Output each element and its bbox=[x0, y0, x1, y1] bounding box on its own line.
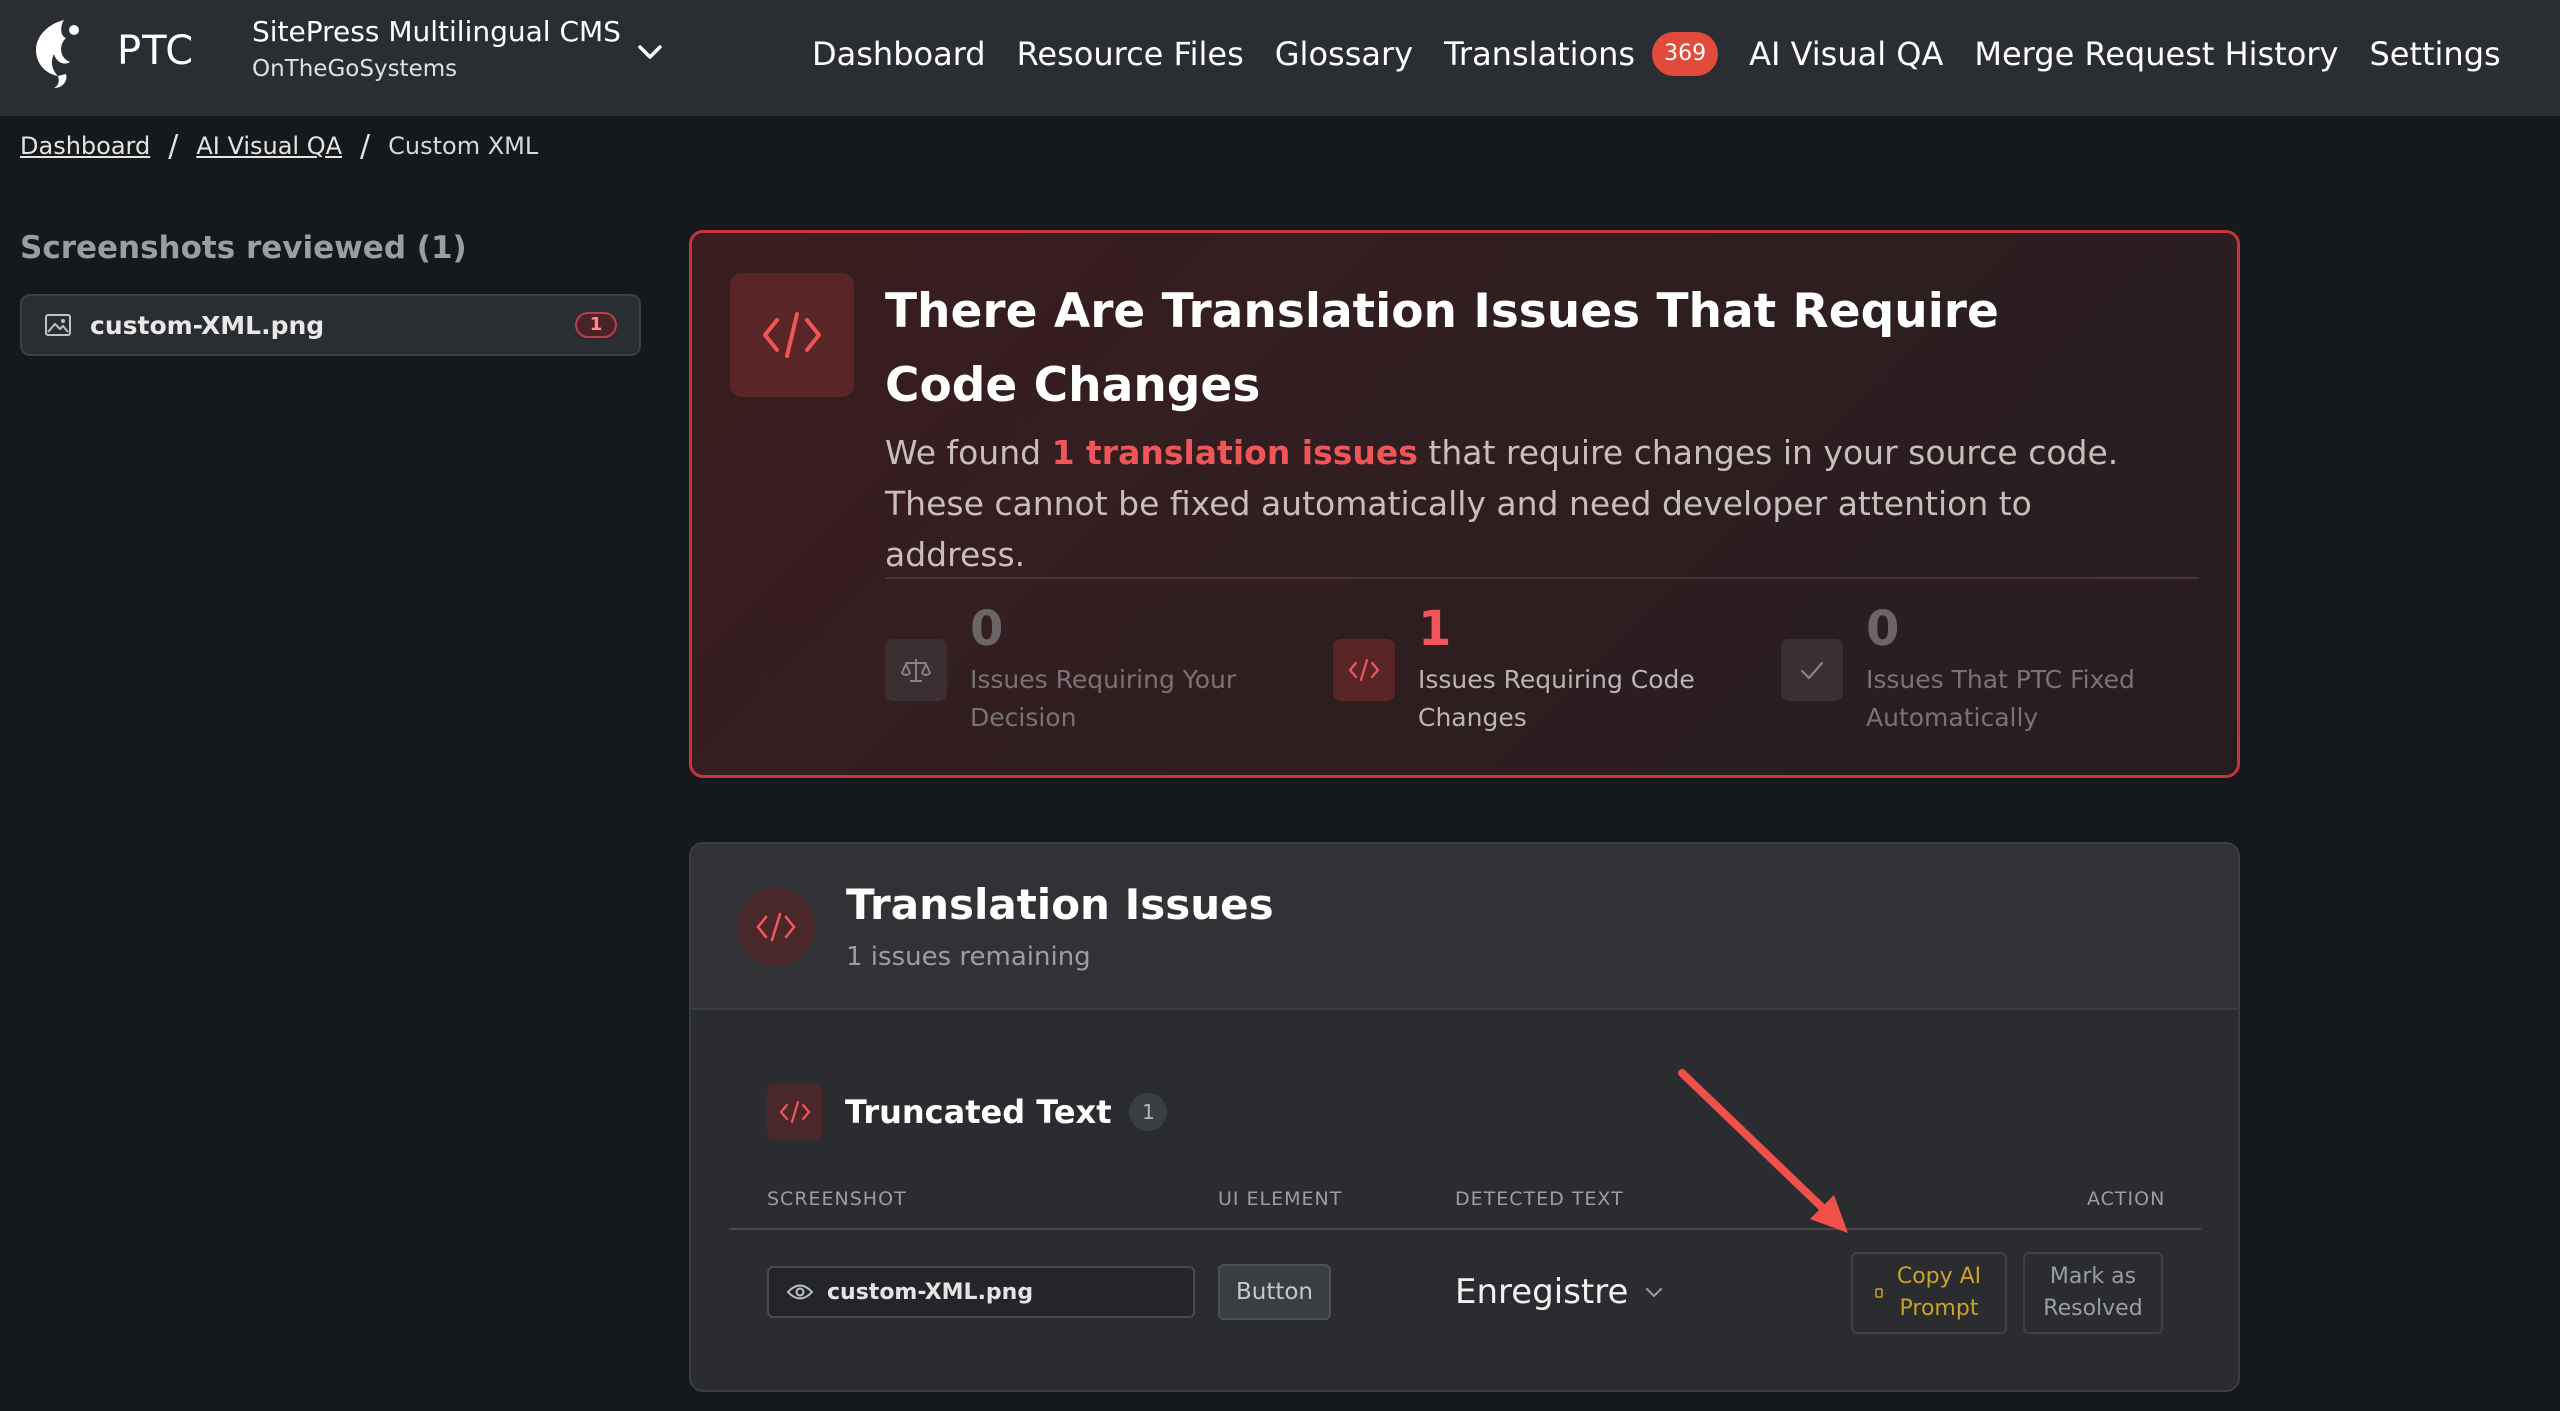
sidebar-item-label: custom-XML.png bbox=[90, 310, 325, 340]
code-icon bbox=[767, 1084, 823, 1140]
nav-merge-request-history[interactable]: Merge Request History bbox=[1974, 35, 2338, 73]
copy-icon bbox=[1875, 1288, 1883, 1298]
breadcrumb-separator: / bbox=[168, 128, 179, 164]
chevron-down-icon[interactable] bbox=[636, 42, 664, 62]
alert-description: We found 1 translation issues that requi… bbox=[885, 433, 2119, 574]
issue-count-badge: 1 bbox=[575, 312, 617, 338]
ui-element-chip: Button bbox=[1218, 1264, 1331, 1320]
chevron-down-icon bbox=[1646, 1288, 1663, 1298]
check-icon bbox=[1781, 639, 1843, 701]
annotation-arrow-icon bbox=[1678, 1069, 1848, 1233]
image-icon bbox=[45, 314, 71, 336]
alert-title: There Are Translation Issues That Requir… bbox=[885, 284, 1999, 413]
stat-label: Issues That PTC Fixed Automatically bbox=[1866, 665, 2135, 732]
nav-glossary[interactable]: Glossary bbox=[1275, 35, 1413, 73]
ptc-logo-icon[interactable] bbox=[30, 16, 88, 90]
breadcrumb-ai-visual-qa[interactable]: AI Visual QA bbox=[196, 132, 342, 160]
nav-dashboard[interactable]: Dashboard bbox=[812, 35, 986, 73]
stat-value: 0 bbox=[970, 601, 1004, 657]
issue-group-count: 1 bbox=[1129, 1093, 1168, 1131]
translations-count-badge: 369 bbox=[1652, 32, 1719, 76]
alert-icon-box bbox=[730, 273, 854, 397]
breadcrumb-current: Custom XML bbox=[388, 132, 539, 160]
eye-icon bbox=[787, 1284, 813, 1300]
issues-header: Translation Issues 1 issues remaining bbox=[691, 844, 2238, 1010]
breadcrumb-separator: / bbox=[360, 128, 371, 164]
screenshot-link[interactable]: custom-XML.png bbox=[767, 1266, 1195, 1318]
copy-ai-prompt-button[interactable]: Copy AI Prompt bbox=[1851, 1252, 2007, 1334]
issues-subtitle: 1 issues remaining bbox=[846, 942, 1091, 972]
top-navbar: PTC SitePress Multilingual CMS OnTheGoSy… bbox=[0, 0, 2560, 116]
breadcrumb-dashboard[interactable]: Dashboard bbox=[20, 132, 150, 160]
issue-count-highlight: 1 translation issues bbox=[1051, 433, 1418, 472]
stat-value: 1 bbox=[1418, 601, 1452, 657]
main-nav: Dashboard Resource Files Glossary Transl… bbox=[812, 0, 2532, 108]
nav-settings[interactable]: Settings bbox=[2369, 35, 2500, 73]
brand-name[interactable]: PTC bbox=[117, 28, 194, 74]
translation-issues-card: Translation Issues 1 issues remaining Tr… bbox=[689, 842, 2240, 1392]
detected-text-value: Enregistre bbox=[1455, 1272, 1629, 1312]
nav-resource-files[interactable]: Resource Files bbox=[1017, 35, 1244, 73]
stat-value: 0 bbox=[1866, 601, 1900, 657]
copy-ai-prompt-label: Copy AI Prompt bbox=[1896, 1264, 1982, 1321]
stat-label: Issues Requiring Your Decision bbox=[970, 665, 1237, 732]
sidebar-item-screenshot[interactable]: custom-XML.png 1 bbox=[20, 294, 641, 356]
issues-title: Translation Issues bbox=[846, 880, 1274, 929]
project-name[interactable]: SitePress Multilingual CMS bbox=[252, 14, 621, 50]
screenshot-filename: custom-XML.png bbox=[827, 1279, 1034, 1305]
table-header-divider bbox=[729, 1228, 2201, 1230]
code-icon bbox=[763, 312, 821, 358]
project-switcher[interactable]: SitePress Multilingual CMS OnTheGoSystem… bbox=[252, 14, 621, 86]
breadcrumb: Dashboard / AI Visual QA / Custom XML bbox=[20, 124, 538, 168]
column-header-detected-text: DETECTED TEXT bbox=[1455, 1188, 1624, 1210]
code-changes-alert: There Are Translation Issues That Requir… bbox=[689, 230, 2240, 778]
code-icon bbox=[737, 888, 815, 966]
stat-label: Issues Requiring Code Changes bbox=[1418, 665, 1695, 732]
detected-text-dropdown[interactable]: Enregistre bbox=[1455, 1262, 1664, 1322]
mark-as-resolved-button[interactable]: Mark as Resolved bbox=[2023, 1252, 2163, 1334]
divider bbox=[885, 577, 2199, 579]
mark-as-resolved-label: Mark as Resolved bbox=[2043, 1264, 2143, 1321]
nav-translations[interactable]: Translations 369 bbox=[1444, 32, 1719, 76]
column-header-action: ACTION bbox=[2087, 1188, 2166, 1210]
column-header-ui-element: UI ELEMENT bbox=[1218, 1188, 1343, 1210]
project-org: OnTheGoSystems bbox=[252, 56, 458, 82]
column-header-screenshot: SCREENSHOT bbox=[767, 1188, 907, 1210]
code-icon bbox=[1333, 639, 1395, 701]
sidebar-title: Screenshots reviewed (1) bbox=[20, 230, 467, 266]
issue-group-title: Truncated Text bbox=[845, 1093, 1112, 1131]
issue-group-header[interactable]: Truncated Text 1 bbox=[767, 1084, 1168, 1140]
scale-icon bbox=[885, 639, 947, 701]
nav-ai-visual-qa[interactable]: AI Visual QA bbox=[1749, 35, 1943, 73]
